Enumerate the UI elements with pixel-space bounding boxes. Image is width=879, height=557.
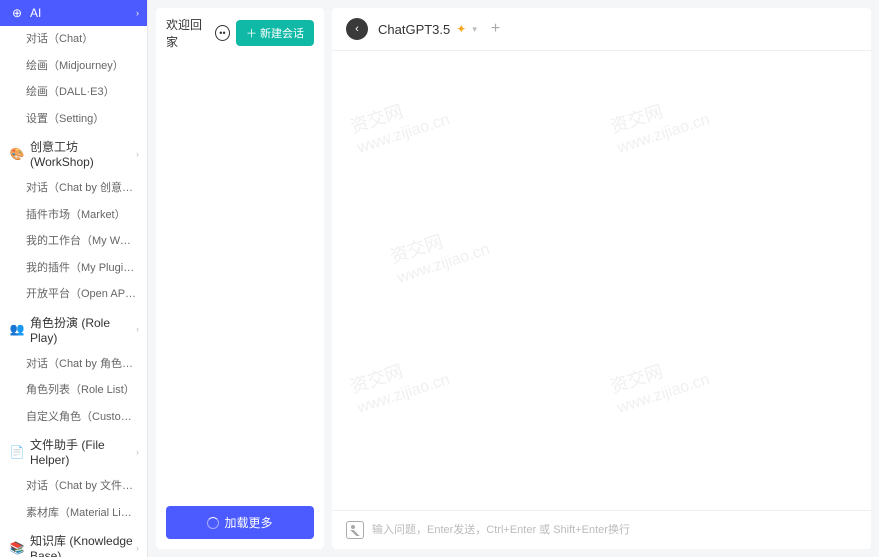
nav-item-0-0[interactable]: 对话（Chat） [0,26,147,53]
group-label: 角色扮演 (Role Play) [30,314,136,345]
plus-icon: ＋ [246,25,257,41]
chevron-right-icon: › [136,447,139,457]
nav-item-1-1[interactable]: 插件市场（Market） [0,202,147,229]
group-label: 创意工坊 (WorkShop) [30,138,136,169]
star-icon: ✦ [456,22,466,36]
nav-item-3-1[interactable]: 素材库（Material Library） [0,500,147,527]
session-panel: 欢迎回家 •• ＋ 新建会话 加载更多 [156,8,324,549]
group-icon: 🎨 [10,147,24,161]
welcome-text: 欢迎回家 [166,16,211,50]
chevron-right-icon: › [136,543,139,553]
load-more-label: 加载更多 [224,514,272,531]
main-area: 欢迎回家 •• ＋ 新建会话 加载更多 ‹ ChatGPT3.5 ✦ ▾ [148,0,879,557]
chat-body: 资交网www.zijiao.cn 资交网www.zijiao.cn 资交网www… [332,51,871,510]
group-label: 文件助手 (File Helper) [30,436,136,467]
loading-icon [207,517,219,529]
add-model-button[interactable]: + [487,20,504,38]
new-session-button[interactable]: ＋ 新建会话 [236,20,314,46]
group-icon: ⊕ [10,6,24,20]
model-selector[interactable]: ChatGPT3.5 ✦ ▾ [378,22,477,37]
nav-item-1-0[interactable]: 对话（Chat by 创意工坊） [0,175,147,202]
chevron-right-icon: › [136,8,139,18]
back-button[interactable]: ‹ [346,18,368,40]
new-session-label: 新建会话 [260,25,304,41]
load-more-button[interactable]: 加载更多 [166,506,314,539]
nav-item-1-3[interactable]: 我的插件（My Plugin） [0,255,147,282]
nav-item-2-1[interactable]: 角色列表（Role List） [0,377,147,404]
group-icon: 👥 [10,322,24,336]
nav-item-2-2[interactable]: 自定义角色（Custom Role） [0,404,147,431]
group-label: AI [30,6,41,20]
nav-item-0-1[interactable]: 绘画（Midjourney） [0,53,147,80]
group-label: 知识库 (Knowledge Base) [30,532,136,557]
sidebar: ⊕ AI › 对话（Chat）绘画（Midjourney）绘画（DALL·E3）设置（… [0,0,148,557]
group-icon: 📚 [10,541,24,555]
chat-input[interactable] [372,524,857,536]
nav-group-4[interactable]: 📚 知识库 (Knowledge Base)› [0,526,147,557]
image-upload-icon[interactable] [346,521,364,539]
smile-icon: •• [215,25,230,41]
chat-input-bar [332,510,871,549]
welcome-label: 欢迎回家 •• [166,16,230,50]
session-list [156,58,324,498]
nav-group-2[interactable]: 👥 角色扮演 (Role Play)› [0,308,147,351]
nav-item-3-0[interactable]: 对话（Chat by 文件助手） [0,473,147,500]
group-icon: 📄 [10,445,24,459]
nav-group-0[interactable]: ⊕ AI › [0,0,147,26]
chat-header: ‹ ChatGPT3.5 ✦ ▾ + [332,8,871,51]
nav-item-0-3[interactable]: 设置（Setting） [0,106,147,133]
chevron-right-icon: › [136,149,139,159]
nav-item-1-4[interactable]: 开放平台（Open API） [0,281,147,308]
nav-item-0-2[interactable]: 绘画（DALL·E3） [0,79,147,106]
chevron-down-icon: ▾ [472,24,477,35]
nav-group-1[interactable]: 🎨 创意工坊 (WorkShop)› [0,132,147,175]
chat-panel: ‹ ChatGPT3.5 ✦ ▾ + 资交网www.zijiao.cn 资交网w… [332,8,871,549]
session-header: 欢迎回家 •• ＋ 新建会话 [156,8,324,58]
nav-item-2-0[interactable]: 对话（Chat by 角色扮演） [0,351,147,378]
plus-icon: + [491,20,500,37]
model-name: ChatGPT3.5 [378,22,450,37]
chevron-right-icon: › [136,324,139,334]
nav-group-3[interactable]: 📄 文件助手 (File Helper)› [0,430,147,473]
nav-item-1-2[interactable]: 我的工作台（My Workbench） [0,228,147,255]
chevron-left-icon: ‹ [355,23,359,35]
